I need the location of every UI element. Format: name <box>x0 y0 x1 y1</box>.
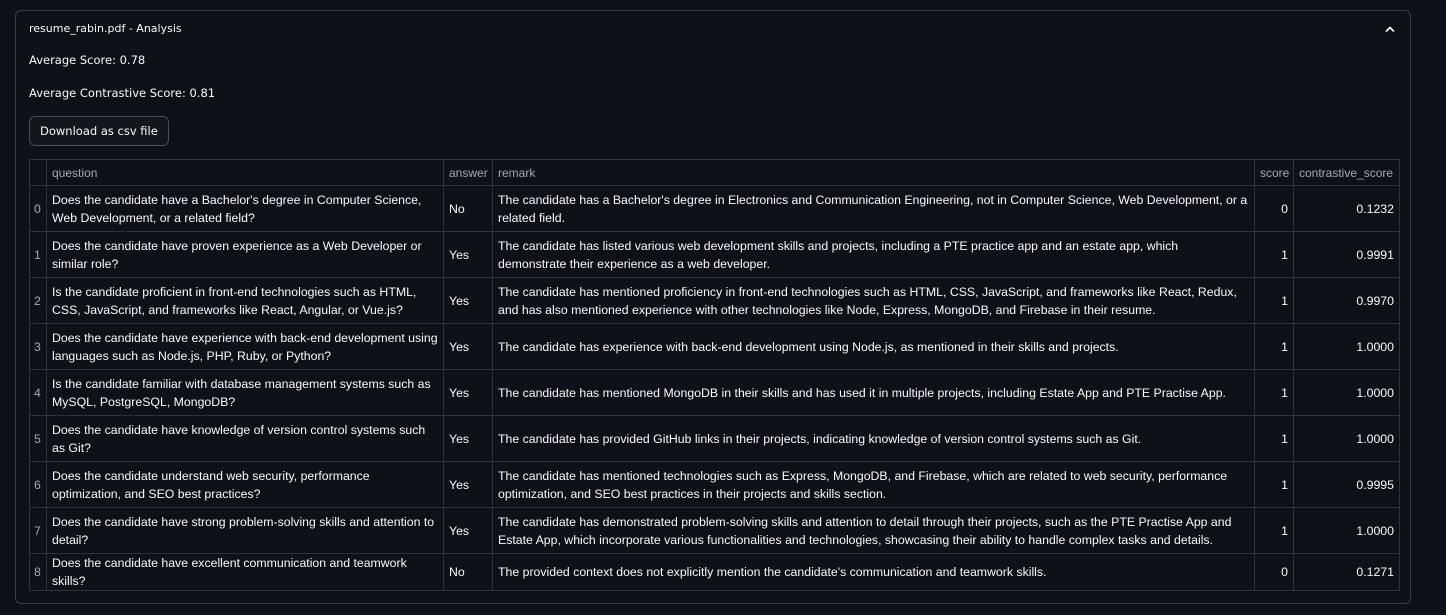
question-cell[interactable]: Does the candidate have a Bachelor's deg… <box>46 185 444 232</box>
score-cell[interactable]: 0 <box>1254 553 1294 591</box>
contrastive-score-cell[interactable]: 0.1271 <box>1293 553 1400 591</box>
chevron-up-icon[interactable] <box>1384 23 1396 35</box>
row-index: 5 <box>29 415 47 462</box>
answer-cell[interactable]: No <box>443 185 493 232</box>
average-contrastive-score-text: Average Contrastive Score: 0.81 <box>29 86 216 100</box>
score-cell[interactable]: 1 <box>1254 369 1294 416</box>
row-index: 2 <box>29 277 47 324</box>
question-cell[interactable]: Is the candidate proficient in front-end… <box>46 277 444 324</box>
contrastive-score-cell[interactable]: 0.9970 <box>1293 277 1400 324</box>
table-row: 2 Is the candidate proficient in front-e… <box>29 277 1400 324</box>
contrastive-score-cell[interactable]: 0.9991 <box>1293 231 1400 278</box>
contrastive-score-cell[interactable]: 1.0000 <box>1293 415 1400 462</box>
table-row: 0 Does the candidate have a Bachelor's d… <box>29 185 1400 232</box>
remark-cell[interactable]: The candidate has demonstrated problem-s… <box>492 507 1255 554</box>
remark-cell[interactable]: The provided context does not explicitly… <box>492 553 1255 591</box>
question-cell[interactable]: Is the candidate familiar with database … <box>46 369 444 416</box>
question-cell[interactable]: Does the candidate have experience with … <box>46 323 444 370</box>
score-cell[interactable]: 1 <box>1254 323 1294 370</box>
question-cell[interactable]: Does the candidate have excellent commun… <box>46 553 444 591</box>
score-cell[interactable]: 1 <box>1254 277 1294 324</box>
expander-header[interactable]: resume_rabin.pdf - Analysis <box>16 11 1410 47</box>
download-csv-button[interactable]: Download as csv file <box>29 116 169 146</box>
row-index: 6 <box>29 461 47 508</box>
table-header-row: question answer remark score contrastive… <box>29 159 1400 186</box>
table-row: 8 Does the candidate have excellent comm… <box>29 553 1400 591</box>
column-header-contrastive-score[interactable]: contrastive_score <box>1293 159 1400 186</box>
expander-title: resume_rabin.pdf - Analysis <box>29 22 182 35</box>
table-row: 1 Does the candidate have proven experie… <box>29 231 1400 278</box>
remark-cell[interactable]: The candidate has a Bachelor's degree in… <box>492 185 1255 232</box>
row-index: 1 <box>29 231 47 278</box>
contrastive-score-cell[interactable]: 1.0000 <box>1293 369 1400 416</box>
contrastive-score-cell[interactable]: 0.1232 <box>1293 185 1400 232</box>
remark-cell[interactable]: The candidate has provided GitHub links … <box>492 415 1255 462</box>
analysis-table[interactable]: question answer remark score contrastive… <box>29 159 1400 591</box>
score-cell[interactable]: 1 <box>1254 415 1294 462</box>
table-row: 4 Is the candidate familiar with databas… <box>29 369 1400 416</box>
answer-cell[interactable]: Yes <box>443 277 493 324</box>
table-row: 3 Does the candidate have experience wit… <box>29 323 1400 370</box>
contrastive-score-cell[interactable]: 1.0000 <box>1293 323 1400 370</box>
row-index: 7 <box>29 507 47 554</box>
contrastive-score-cell[interactable]: 1.0000 <box>1293 507 1400 554</box>
answer-cell[interactable]: No <box>443 553 493 591</box>
answer-cell[interactable]: Yes <box>443 461 493 508</box>
row-index: 3 <box>29 323 47 370</box>
column-header-answer[interactable]: answer <box>443 159 493 186</box>
remark-cell[interactable]: The candidate has mentioned MongoDB in t… <box>492 369 1255 416</box>
remark-cell[interactable]: The candidate has mentioned proficiency … <box>492 277 1255 324</box>
answer-cell[interactable]: Yes <box>443 507 493 554</box>
score-cell[interactable]: 1 <box>1254 507 1294 554</box>
row-index: 4 <box>29 369 47 416</box>
row-index: 0 <box>29 185 47 232</box>
question-cell[interactable]: Does the candidate have proven experienc… <box>46 231 444 278</box>
column-header-index[interactable] <box>29 159 47 186</box>
table-row: 5 Does the candidate have knowledge of v… <box>29 415 1400 462</box>
answer-cell[interactable]: Yes <box>443 231 493 278</box>
score-cell[interactable]: 0 <box>1254 185 1294 232</box>
column-header-question[interactable]: question <box>46 159 444 186</box>
answer-cell[interactable]: Yes <box>443 415 493 462</box>
answer-cell[interactable]: Yes <box>443 369 493 416</box>
table-row: 7 Does the candidate have strong problem… <box>29 507 1400 554</box>
average-score-text: Average Score: 0.78 <box>29 53 146 67</box>
contrastive-score-cell[interactable]: 0.9995 <box>1293 461 1400 508</box>
answer-cell[interactable]: Yes <box>443 323 493 370</box>
question-cell[interactable]: Does the candidate understand web securi… <box>46 461 444 508</box>
score-cell[interactable]: 1 <box>1254 461 1294 508</box>
question-cell[interactable]: Does the candidate have knowledge of ver… <box>46 415 444 462</box>
remark-cell[interactable]: The candidate has mentioned technologies… <box>492 461 1255 508</box>
score-cell[interactable]: 1 <box>1254 231 1294 278</box>
column-header-score[interactable]: score <box>1254 159 1294 186</box>
remark-cell[interactable]: The candidate has experience with back-e… <box>492 323 1255 370</box>
analysis-expander: resume_rabin.pdf - Analysis Average Scor… <box>15 10 1411 604</box>
row-index: 8 <box>29 553 47 591</box>
column-header-remark[interactable]: remark <box>492 159 1255 186</box>
question-cell[interactable]: Does the candidate have strong problem-s… <box>46 507 444 554</box>
table-row: 6 Does the candidate understand web secu… <box>29 461 1400 508</box>
remark-cell[interactable]: The candidate has listed various web dev… <box>492 231 1255 278</box>
